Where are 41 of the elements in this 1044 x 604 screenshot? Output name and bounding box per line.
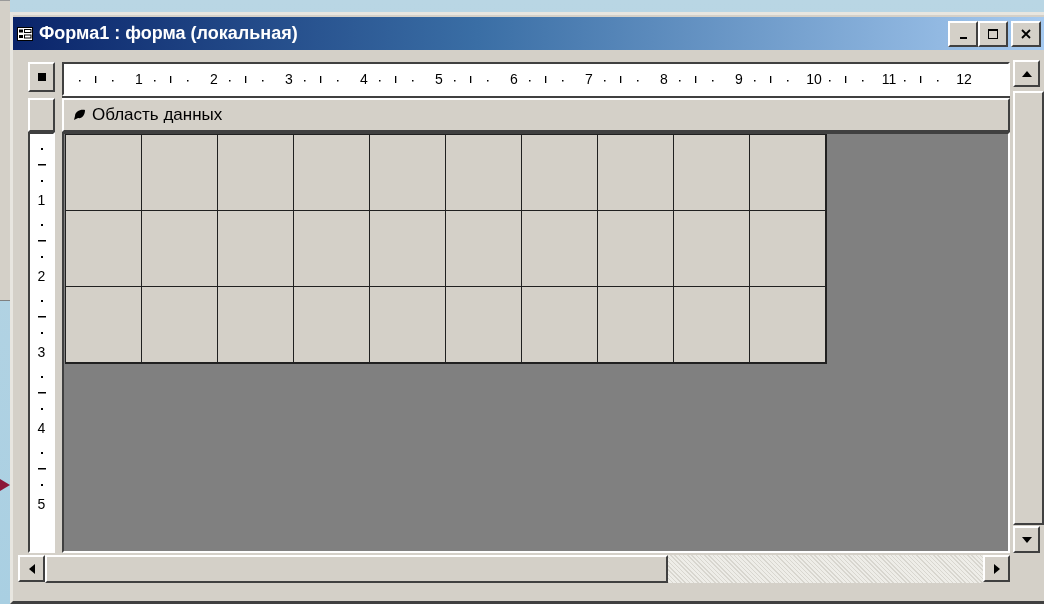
ruler-number: 2 (37, 268, 46, 284)
ruler-number: 7 (584, 71, 594, 87)
maximize-icon (988, 28, 998, 39)
ruler-number: 1 (37, 192, 46, 208)
ruler-number: 2 (209, 71, 219, 87)
form-selector[interactable] (28, 62, 55, 92)
ruler-number: 3 (284, 71, 294, 87)
pointer-arrow-icon (0, 477, 10, 493)
left-arrow-icon (28, 563, 35, 574)
ruler-number: 1 (134, 71, 144, 87)
close-icon (1021, 28, 1031, 39)
form-icon (17, 26, 33, 41)
ruler-number: 4 (37, 420, 46, 436)
ruler-number: 8 (659, 71, 669, 87)
pointer-icon (74, 109, 86, 121)
maximize-button[interactable] (978, 20, 1008, 47)
ruler-number: 10 (806, 71, 822, 87)
ruler-number: 5 (434, 71, 444, 87)
section-title: Область данных (92, 105, 223, 125)
square-icon (37, 73, 46, 81)
scroll-down-button[interactable] (1013, 526, 1040, 553)
down-arrow-icon (1021, 536, 1032, 543)
minimize-button[interactable] (948, 20, 978, 47)
ruler-number: 6 (509, 71, 519, 87)
close-button[interactable] (1011, 20, 1041, 47)
ruler-number: 5 (37, 496, 46, 512)
scroll-thumb[interactable] (45, 555, 668, 583)
section-selector[interactable] (28, 98, 55, 132)
right-arrow-icon (993, 563, 1000, 574)
ruler-number: 3 (37, 344, 46, 360)
scroll-up-button[interactable] (1013, 60, 1040, 87)
ruler-number: 9 (734, 71, 744, 87)
up-arrow-icon (1021, 70, 1032, 77)
scroll-thumb[interactable] (1013, 91, 1044, 525)
ruler-number: 12 (956, 71, 972, 87)
minimize-icon (959, 36, 967, 39)
window-title: Форма1 : форма (локальная) (39, 23, 298, 44)
ruler-number: 11 (881, 71, 897, 87)
scroll-left-button[interactable] (18, 555, 45, 582)
ruler-number: 4 (359, 71, 369, 87)
scroll-right-button[interactable] (983, 555, 1010, 582)
